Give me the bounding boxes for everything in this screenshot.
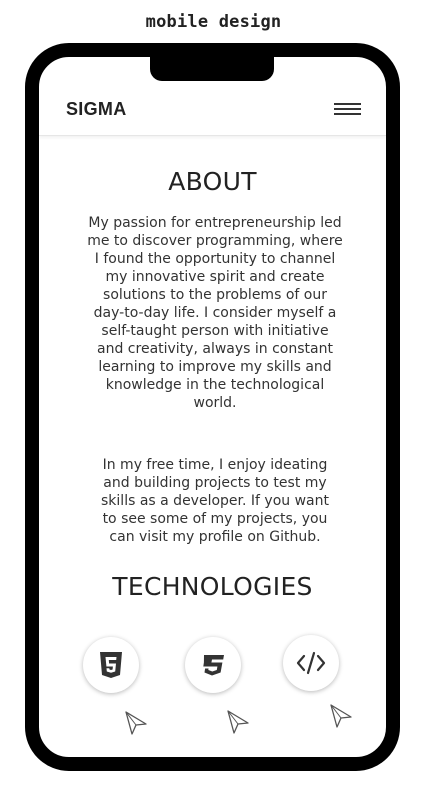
menu-line (334, 108, 361, 110)
cursor-pointer-icon (125, 711, 147, 735)
about-title: ABOUT (168, 167, 257, 196)
menu-line (334, 113, 361, 115)
cursor-pointer-icon (330, 704, 352, 728)
brand-logo[interactable]: SIGMA (66, 99, 127, 120)
css3-icon[interactable] (185, 637, 241, 693)
design-caption: mobile design (145, 12, 282, 32)
free-time-paragraph: In my free time, I enjoy ideating and bu… (101, 457, 329, 545)
about-paragraph: My passion for entrepreneurship led me t… (87, 215, 343, 411)
phone-frame: SIGMA ABOUT My passion for entrepreneurs… (25, 43, 400, 771)
html5-icon[interactable] (83, 637, 139, 693)
phone-notch (150, 57, 274, 81)
code-icon[interactable] (283, 635, 339, 691)
menu-line (334, 103, 361, 105)
hamburger-menu-icon[interactable] (334, 103, 361, 117)
cursor-pointer-icon (227, 710, 249, 734)
technologies-title: TECHNOLOGIES (112, 572, 313, 601)
navbar: SIGMA (39, 97, 386, 136)
